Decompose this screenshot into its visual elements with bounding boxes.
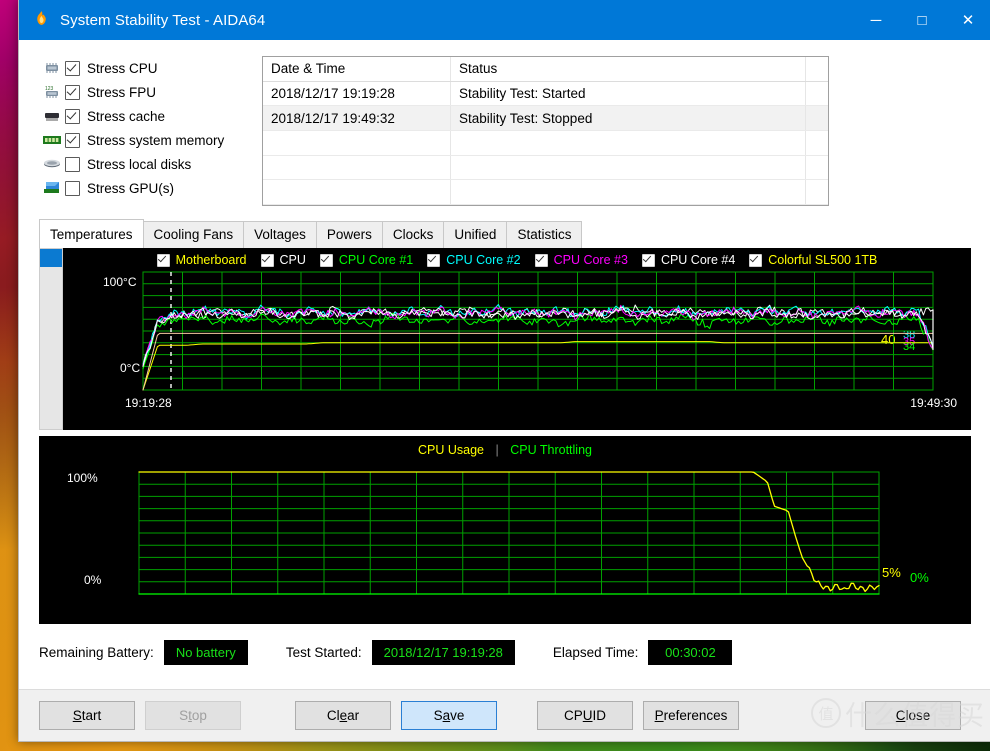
memory-module-icon — [39, 133, 65, 147]
window-title: System Stability Test - AIDA64 — [60, 11, 266, 29]
cell-status: Stability Test: Stopped — [451, 106, 806, 131]
clear-button[interactable]: Cl e ar — [295, 701, 391, 730]
cell-status — [451, 155, 806, 180]
cell-status: Stability Test: Started — [451, 81, 806, 106]
button-bar: Start St op Cl e ar Sa ve CP U ID Preferences … — [19, 689, 990, 741]
cell-status — [451, 131, 806, 155]
stress-option-label: Stress GPU(s) — [87, 180, 175, 196]
stop-button: St op — [145, 701, 241, 730]
stress-option-label: Stress cache — [87, 108, 166, 124]
stress-option-label: Stress FPU — [87, 84, 157, 100]
stress-option-gpu[interactable]: Stress GPU(s) — [39, 176, 254, 200]
minimize-button[interactable]: ─ — [853, 0, 899, 40]
close-window-button[interactable]: ✕ — [945, 0, 990, 40]
scrollbar-thumb[interactable] — [40, 249, 62, 267]
stress-option-label: Stress system memory — [87, 132, 225, 148]
column-header-status[interactable]: Status — [451, 57, 806, 81]
checkbox-stress-fpu[interactable] — [65, 84, 80, 100]
elapsed-time-label: Elapsed Time: — [552, 644, 639, 660]
close-button-rest: lose — [905, 708, 931, 723]
tab-cooling-fans[interactable]: Cooling Fans — [142, 221, 245, 248]
tab-statistics[interactable]: Statistics — [506, 221, 583, 248]
tab-unified[interactable]: Unified — [443, 221, 508, 248]
checkbox-stress-cache[interactable] — [65, 108, 80, 124]
cpu-chip-icon — [39, 61, 65, 75]
temperatures-chart[interactable]: Motherboard CPU CPU Core #1 CPU Core #2 … — [63, 248, 971, 430]
battery-value: No battery — [163, 639, 248, 665]
flame-icon — [33, 10, 50, 30]
stress-option-local-disks[interactable]: Stress local disks — [39, 152, 254, 176]
stop-button-rest: op — [191, 708, 207, 723]
start-button[interactable]: Start — [39, 701, 135, 730]
graph-tabs: Temperatures Cooling Fans Voltages Power… — [39, 219, 971, 248]
stress-option-label: Stress CPU — [87, 60, 158, 76]
stress-option-cache[interactable]: Stress cache — [39, 104, 254, 128]
graphs-container: Motherboard CPU CPU Core #1 CPU Core #2 … — [39, 248, 971, 689]
system-stability-test-window: System Stability Test - AIDA64 ─ □ ✕ Str… — [18, 0, 990, 742]
hard-disk-icon — [39, 157, 65, 171]
tab-powers[interactable]: Powers — [315, 221, 383, 248]
maximize-button[interactable]: □ — [899, 0, 945, 40]
save-button[interactable]: Sa ve — [401, 701, 497, 730]
column-header-datetime[interactable]: Date & Time — [263, 57, 451, 81]
close-button[interactable]: Close — [865, 701, 961, 730]
cell-status — [451, 180, 806, 205]
cell-datetime — [263, 155, 451, 180]
gpu-card-icon — [39, 180, 65, 196]
cell-datetime — [263, 131, 451, 155]
save-button-rest: ve — [450, 708, 465, 723]
test-started-value: 2018/12/17 19:19:28 — [371, 639, 515, 665]
tab-voltages[interactable]: Voltages — [243, 221, 317, 248]
table-header-row: Date & Time Status — [263, 57, 828, 82]
temperature-plot-area — [142, 271, 934, 391]
window-client-area: Stress CPU 123 Stress FPU Stress cache S… — [19, 40, 990, 689]
preferences-button[interactable]: Preferences — [643, 701, 739, 730]
cpu-usage-chart[interactable]: CPU Usage | CPU Throttling 100% 0% 5% 0% — [39, 436, 971, 624]
stress-options-list: Stress CPU 123 Stress FPU Stress cache S… — [39, 56, 254, 206]
cell-datetime — [263, 180, 451, 205]
table-row[interactable]: 2018/12/17 19:49:32 Stability Test: Stop… — [263, 106, 828, 132]
battery-label: Remaining Battery: — [39, 644, 154, 660]
test-started-label: Test Started: — [285, 644, 362, 660]
cell-datetime: 2018/12/17 19:49:32 — [263, 106, 451, 131]
tab-temperatures[interactable]: Temperatures — [39, 219, 144, 248]
cache-chip-icon — [39, 109, 65, 123]
elapsed-time-value: 00:30:02 — [648, 639, 733, 665]
stress-option-system-memory[interactable]: Stress system memory — [39, 128, 254, 152]
start-button-rest: tart — [81, 708, 102, 723]
stress-option-fpu[interactable]: 123 Stress FPU — [39, 80, 254, 104]
tab-clocks[interactable]: Clocks — [381, 221, 445, 248]
cpuid-button[interactable]: CP U ID — [537, 701, 633, 730]
checkbox-stress-local-disks[interactable] — [65, 156, 80, 172]
preferences-button-rest: references — [663, 708, 728, 723]
checkbox-stress-system-memory[interactable] — [65, 132, 80, 148]
temperatures-panel: Motherboard CPU CPU Core #1 CPU Core #2 … — [39, 248, 971, 430]
top-area: Stress CPU 123 Stress FPU Stress cache S… — [39, 56, 971, 206]
window-titlebar: System Stability Test - AIDA64 ─ □ ✕ — [19, 0, 990, 40]
watermark-mark: 值 — [811, 698, 841, 728]
clear-button-rest: ar — [347, 708, 360, 723]
table-row[interactable] — [263, 131, 828, 156]
temperature-graph-scrollbar[interactable] — [39, 248, 63, 430]
checkbox-stress-gpu[interactable] — [65, 180, 80, 196]
table-row[interactable] — [263, 155, 828, 181]
cell-datetime: 2018/12/17 19:19:28 — [263, 81, 451, 106]
cpu-usage-plot-area — [138, 471, 880, 595]
stress-option-label: Stress local disks — [87, 156, 192, 172]
table-row[interactable]: 2018/12/17 19:19:28 Stability Test: Star… — [263, 81, 828, 107]
checkbox-stress-cpu[interactable] — [65, 60, 80, 76]
stress-option-cpu[interactable]: Stress CPU — [39, 56, 254, 80]
status-row: Remaining Battery: No battery Test Start… — [39, 632, 971, 672]
fpu-chip-icon: 123 — [39, 84, 65, 100]
stability-log-table[interactable]: Date & Time Status 2018/12/17 19:19:28 S… — [262, 56, 829, 206]
cpuid-button-rest: ID — [592, 708, 607, 723]
table-row[interactable] — [263, 180, 828, 206]
